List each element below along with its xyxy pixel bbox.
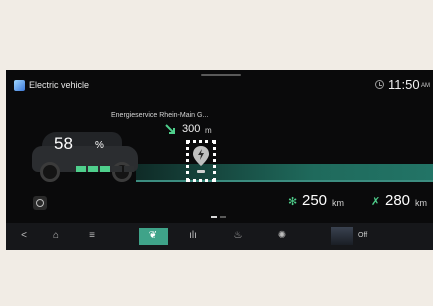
- turn-arrow-icon: [165, 124, 175, 134]
- battery-level-bar: [76, 166, 134, 172]
- leaf-icon[interactable]: ❦: [143, 227, 163, 245]
- battery-segment: [112, 166, 122, 172]
- clock-ampm: AM: [421, 83, 430, 89]
- battery-segment: [76, 166, 86, 172]
- settings-icon[interactable]: ✺: [272, 227, 292, 245]
- menu-icon[interactable]: ≡: [82, 227, 102, 245]
- range-eco: 280: [385, 192, 411, 209]
- range-with-climate-unit: km: [332, 198, 344, 208]
- distance-value: 300: [182, 123, 201, 135]
- battery-percent: 58: [54, 134, 73, 153]
- car-illustration: [26, 128, 144, 184]
- charging-pin-icon[interactable]: [193, 146, 209, 166]
- front-wheel: [40, 162, 60, 182]
- home-icon[interactable]: ⌂: [46, 227, 66, 245]
- seat-icon[interactable]: ♨: [228, 227, 248, 245]
- page-dot-active: [211, 216, 217, 218]
- pin-base-marker: [197, 170, 205, 173]
- rear-wheel: [112, 162, 132, 182]
- distance-unit: m: [205, 126, 212, 135]
- electric-vehicle-app-icon: [14, 80, 25, 91]
- media-thumbnail[interactable]: [331, 227, 353, 245]
- page-indicator: [211, 216, 226, 218]
- route-line: [136, 180, 433, 182]
- battery-percent-sign: %: [95, 140, 104, 151]
- eco-range-icon: ✗: [371, 196, 381, 208]
- chart-icon[interactable]: ılı: [183, 227, 203, 245]
- top-bar: Electric vehicle 11:50 AM: [6, 70, 433, 94]
- battery-segment: [100, 166, 110, 172]
- battery-segment: [88, 166, 98, 172]
- bottom-nav-bar: < ⌂ ≡ ❦ ılı ♨ ✺ Off: [6, 223, 433, 250]
- media-status-label[interactable]: Off: [358, 232, 367, 239]
- app-title: Electric vehicle: [29, 80, 90, 90]
- range-with-climate: 250: [302, 192, 328, 209]
- back-icon[interactable]: <: [14, 227, 34, 245]
- charging-station-name[interactable]: Energieservice Rhein-Main G...: [111, 112, 208, 119]
- page-dot: [220, 216, 226, 218]
- vehicle-display: Electric vehicle 11:50 AM 58 % Energiese…: [6, 70, 433, 250]
- range-eco-unit: km: [415, 198, 427, 208]
- clock-time: 11:50: [388, 77, 420, 92]
- battery-segment: [124, 166, 134, 172]
- climate-fan-icon: ✻: [288, 196, 298, 208]
- clock-icon: [375, 80, 384, 89]
- vehicle-status-icon[interactable]: [33, 196, 47, 210]
